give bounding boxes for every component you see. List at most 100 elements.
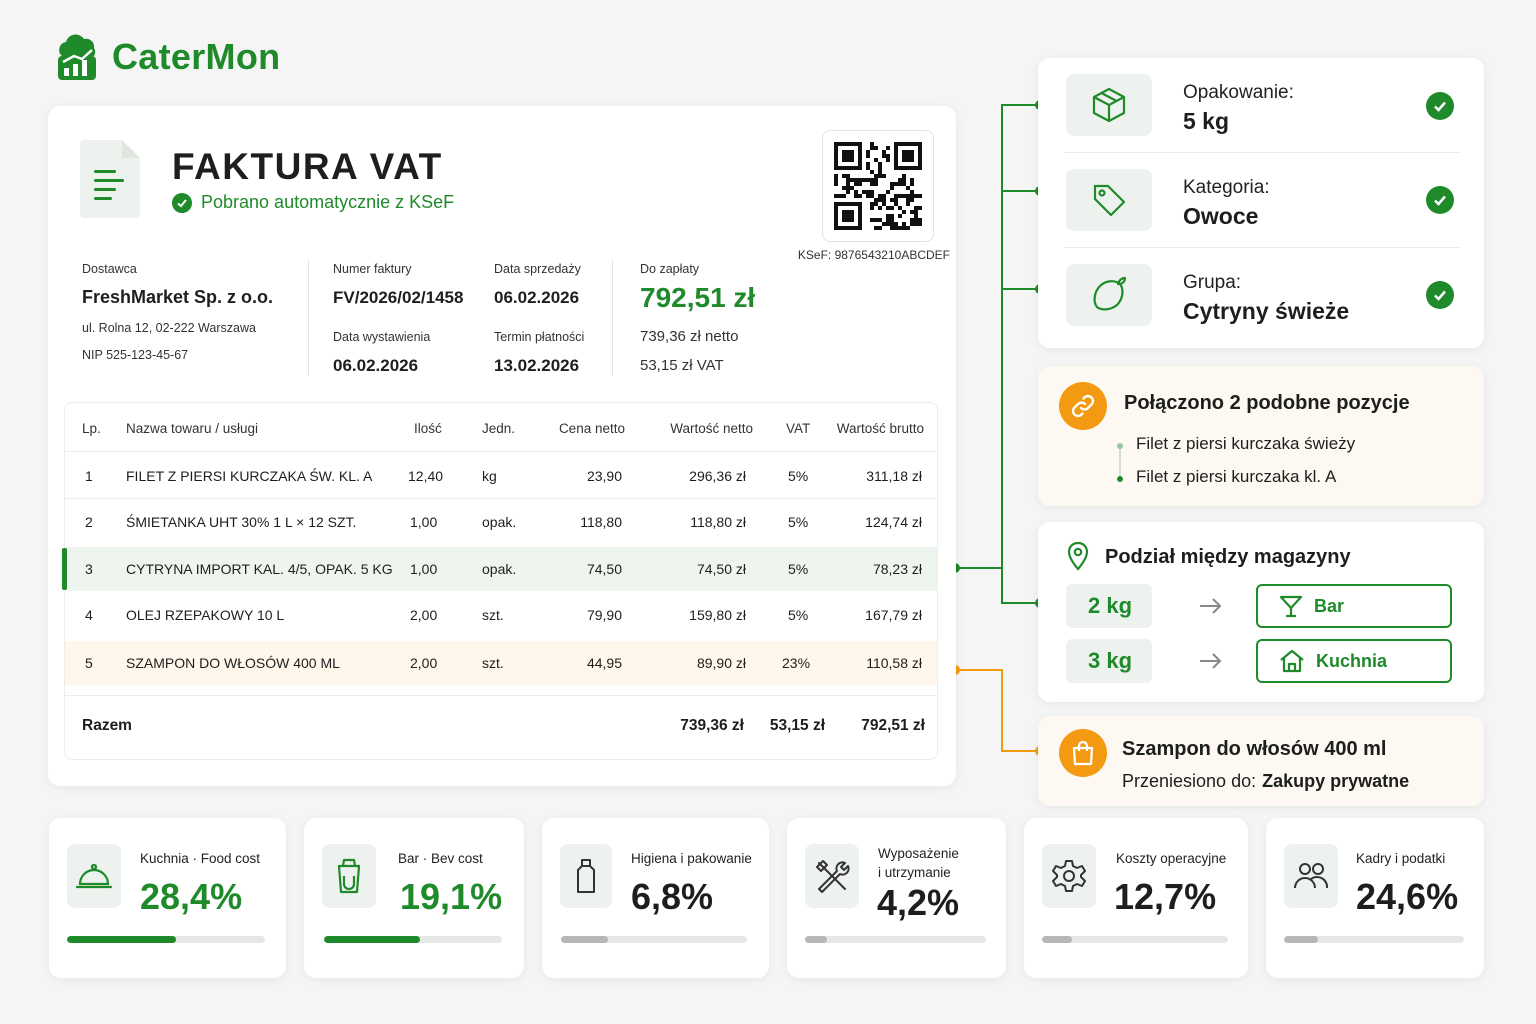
payment-vat: 53,15 zł VAT	[640, 357, 724, 374]
kpi-progress	[805, 936, 986, 943]
qr-code-icon	[834, 142, 922, 230]
table-row[interactable]: 4 OLEJ RZEPAKOWY 10 L 2,00 szt. 79,90 15…	[65, 593, 937, 637]
warehouse-kitchen-button[interactable]: Kuchnia	[1256, 639, 1452, 683]
table-divider	[65, 451, 937, 452]
cocktail-glass-icon	[1279, 595, 1303, 618]
table-row[interactable]: 2 ŚMIETANKA UHT 30% 1 L × 12 SZT. 1,00 o…	[65, 500, 937, 544]
kpi-card-equipment[interactable]: Wyposażenie i utrzymanie 4,2%	[787, 818, 1006, 978]
kpi-progress	[67, 936, 265, 943]
kpi-label: Higiena i pakowanie	[631, 851, 752, 866]
cell-gross-value: 124,74 zł	[865, 514, 922, 530]
kpi-card-staff[interactable]: Kadry i podatki 24,6%	[1266, 818, 1484, 978]
cell-name: SZAMPON DO WŁOSÓW 400 ML	[126, 655, 340, 671]
cell-vat: 5%	[788, 514, 809, 530]
due-date: 13.02.2026	[494, 356, 580, 375]
cell-qty: 1,00	[410, 561, 438, 577]
total-gross: 792,51 zł	[861, 717, 925, 734]
cell-unit: szt.	[482, 655, 504, 671]
divider	[612, 260, 613, 376]
moved-target: Zakupy prywatne	[1262, 771, 1410, 791]
cell-net-price: 118,80	[580, 514, 622, 530]
moved-title: Szampon do włosów 400 ml	[1122, 738, 1387, 760]
arrow-right-icon	[1200, 598, 1222, 614]
total-label: Razem	[82, 717, 132, 734]
check-icon	[1426, 186, 1454, 214]
payment-label: Do zapłaty	[640, 262, 700, 276]
tag-icon	[1066, 169, 1152, 231]
lemon-icon	[1066, 264, 1152, 326]
col-header-gross-value: Wartość brutto	[836, 421, 924, 436]
home-icon	[1280, 649, 1304, 673]
cell-gross-value: 110,58 zł	[866, 655, 922, 671]
cell-net-value: 74,50 zł	[696, 561, 746, 577]
cell-name: OLEJ RZEPAKOWY 10 L	[126, 607, 285, 623]
cell-net-price: 23,90	[586, 468, 622, 484]
cloche-icon	[67, 844, 121, 908]
table-row[interactable]: 1 FILET Z PIERSI KURCZAKA ŚW. KL. A 12,4…	[65, 454, 937, 498]
qr-code[interactable]	[822, 130, 934, 242]
cell-lp: 2	[85, 514, 93, 530]
kpi-value: 24,6%	[1356, 876, 1459, 917]
cell-lp: 3	[85, 561, 93, 577]
payment-total: 792,51 zł	[640, 282, 756, 313]
attr-divider	[1064, 247, 1460, 248]
kpi-card-kitchen[interactable]: Kuchnia · Food cost 28,4%	[49, 818, 286, 978]
invoice-number-label: Numer faktury	[333, 262, 412, 276]
table-row-flagged[interactable]: 5 SZAMPON DO WŁOSÓW 400 ML 2,00 szt. 44,…	[65, 641, 937, 685]
kpi-value: 4,2%	[877, 882, 960, 923]
col-header-net-value: Wartość netto	[670, 421, 753, 436]
split-qty: 3 kg	[1066, 639, 1152, 683]
sale-date-label: Data sprzedaży	[494, 262, 581, 276]
attr-label-category: Kategoria:	[1183, 177, 1270, 198]
attr-value-group: Cytryny świeże	[1183, 298, 1350, 324]
cell-net-value: 89,90 zł	[696, 655, 746, 671]
merge-connector	[1119, 445, 1121, 478]
supplier-nip: NIP 525-123-45-67	[82, 348, 189, 362]
cell-vat: 5%	[788, 468, 809, 484]
cell-qty: 2,00	[410, 655, 438, 671]
invoice-subtitle: Pobrano automatycznie z KSeF	[201, 192, 455, 212]
cell-net-value: 118,80 zł	[690, 514, 746, 530]
table-total-row: Razem 739,36 zł 53,15 zł 792,51 zł	[65, 704, 937, 748]
ksef-id: KSeF: 9876543210ABCDEF	[797, 248, 950, 262]
bullet	[1117, 476, 1123, 482]
kpi-progress-fill	[1284, 936, 1319, 943]
warehouse-bar-button[interactable]: Bar	[1256, 584, 1452, 628]
split-qty: 2 kg	[1066, 584, 1152, 628]
link-icon	[1059, 382, 1107, 430]
attr-label-group: Grupa:	[1183, 272, 1242, 293]
cell-unit: kg	[482, 468, 497, 484]
cell-gross-value: 78,23 zł	[872, 561, 922, 577]
supplier-address: ul. Rolna 12, 02-222 Warszawa	[82, 321, 256, 335]
cell-qty: 2,00	[410, 607, 438, 623]
cell-net-price: 79,90	[586, 607, 622, 623]
kpi-label: Bar · Bev cost	[398, 851, 483, 866]
col-header-net-price: Cena netto	[558, 421, 625, 436]
kpi-label: Kuchnia · Food cost	[140, 851, 261, 866]
col-header-qty: Ilość	[414, 421, 442, 436]
cell-net-value: 159,80 zł	[689, 607, 746, 623]
cell-qty: 1,00	[410, 514, 438, 530]
attr-value-category: Owoce	[1183, 203, 1259, 229]
table-row-selected[interactable]: 3 CYTRYNA IMPORT KAL. 4/5, OPAK. 5 KG 1,…	[65, 547, 937, 591]
gear-icon	[1042, 844, 1096, 908]
cell-qty: 12,40	[408, 468, 444, 484]
kpi-card-operations[interactable]: Koszty operacyjne 12,7%	[1024, 818, 1248, 978]
cell-lp: 4	[85, 607, 93, 623]
attr-divider	[1064, 152, 1460, 153]
merge-item: Filet z piersi kurczaka świeży	[1136, 434, 1356, 453]
kpi-card-bar[interactable]: Bar · Bev cost 19,1%	[304, 818, 524, 978]
kpi-value: 6,8%	[631, 876, 714, 917]
check-icon	[1426, 92, 1454, 120]
cell-vat: 5%	[788, 607, 809, 623]
arrow-right-icon	[1200, 653, 1222, 669]
people-icon	[1284, 844, 1338, 908]
cell-gross-value: 311,18 zł	[866, 468, 922, 484]
divider	[308, 260, 309, 376]
kpi-progress	[1042, 936, 1228, 943]
check-icon	[172, 192, 192, 213]
kpi-progress-fill	[805, 936, 827, 943]
catermon-logo-icon	[58, 34, 96, 80]
kpi-card-hygiene[interactable]: Higiena i pakowanie 6,8%	[542, 818, 769, 978]
table-divider	[65, 695, 937, 696]
